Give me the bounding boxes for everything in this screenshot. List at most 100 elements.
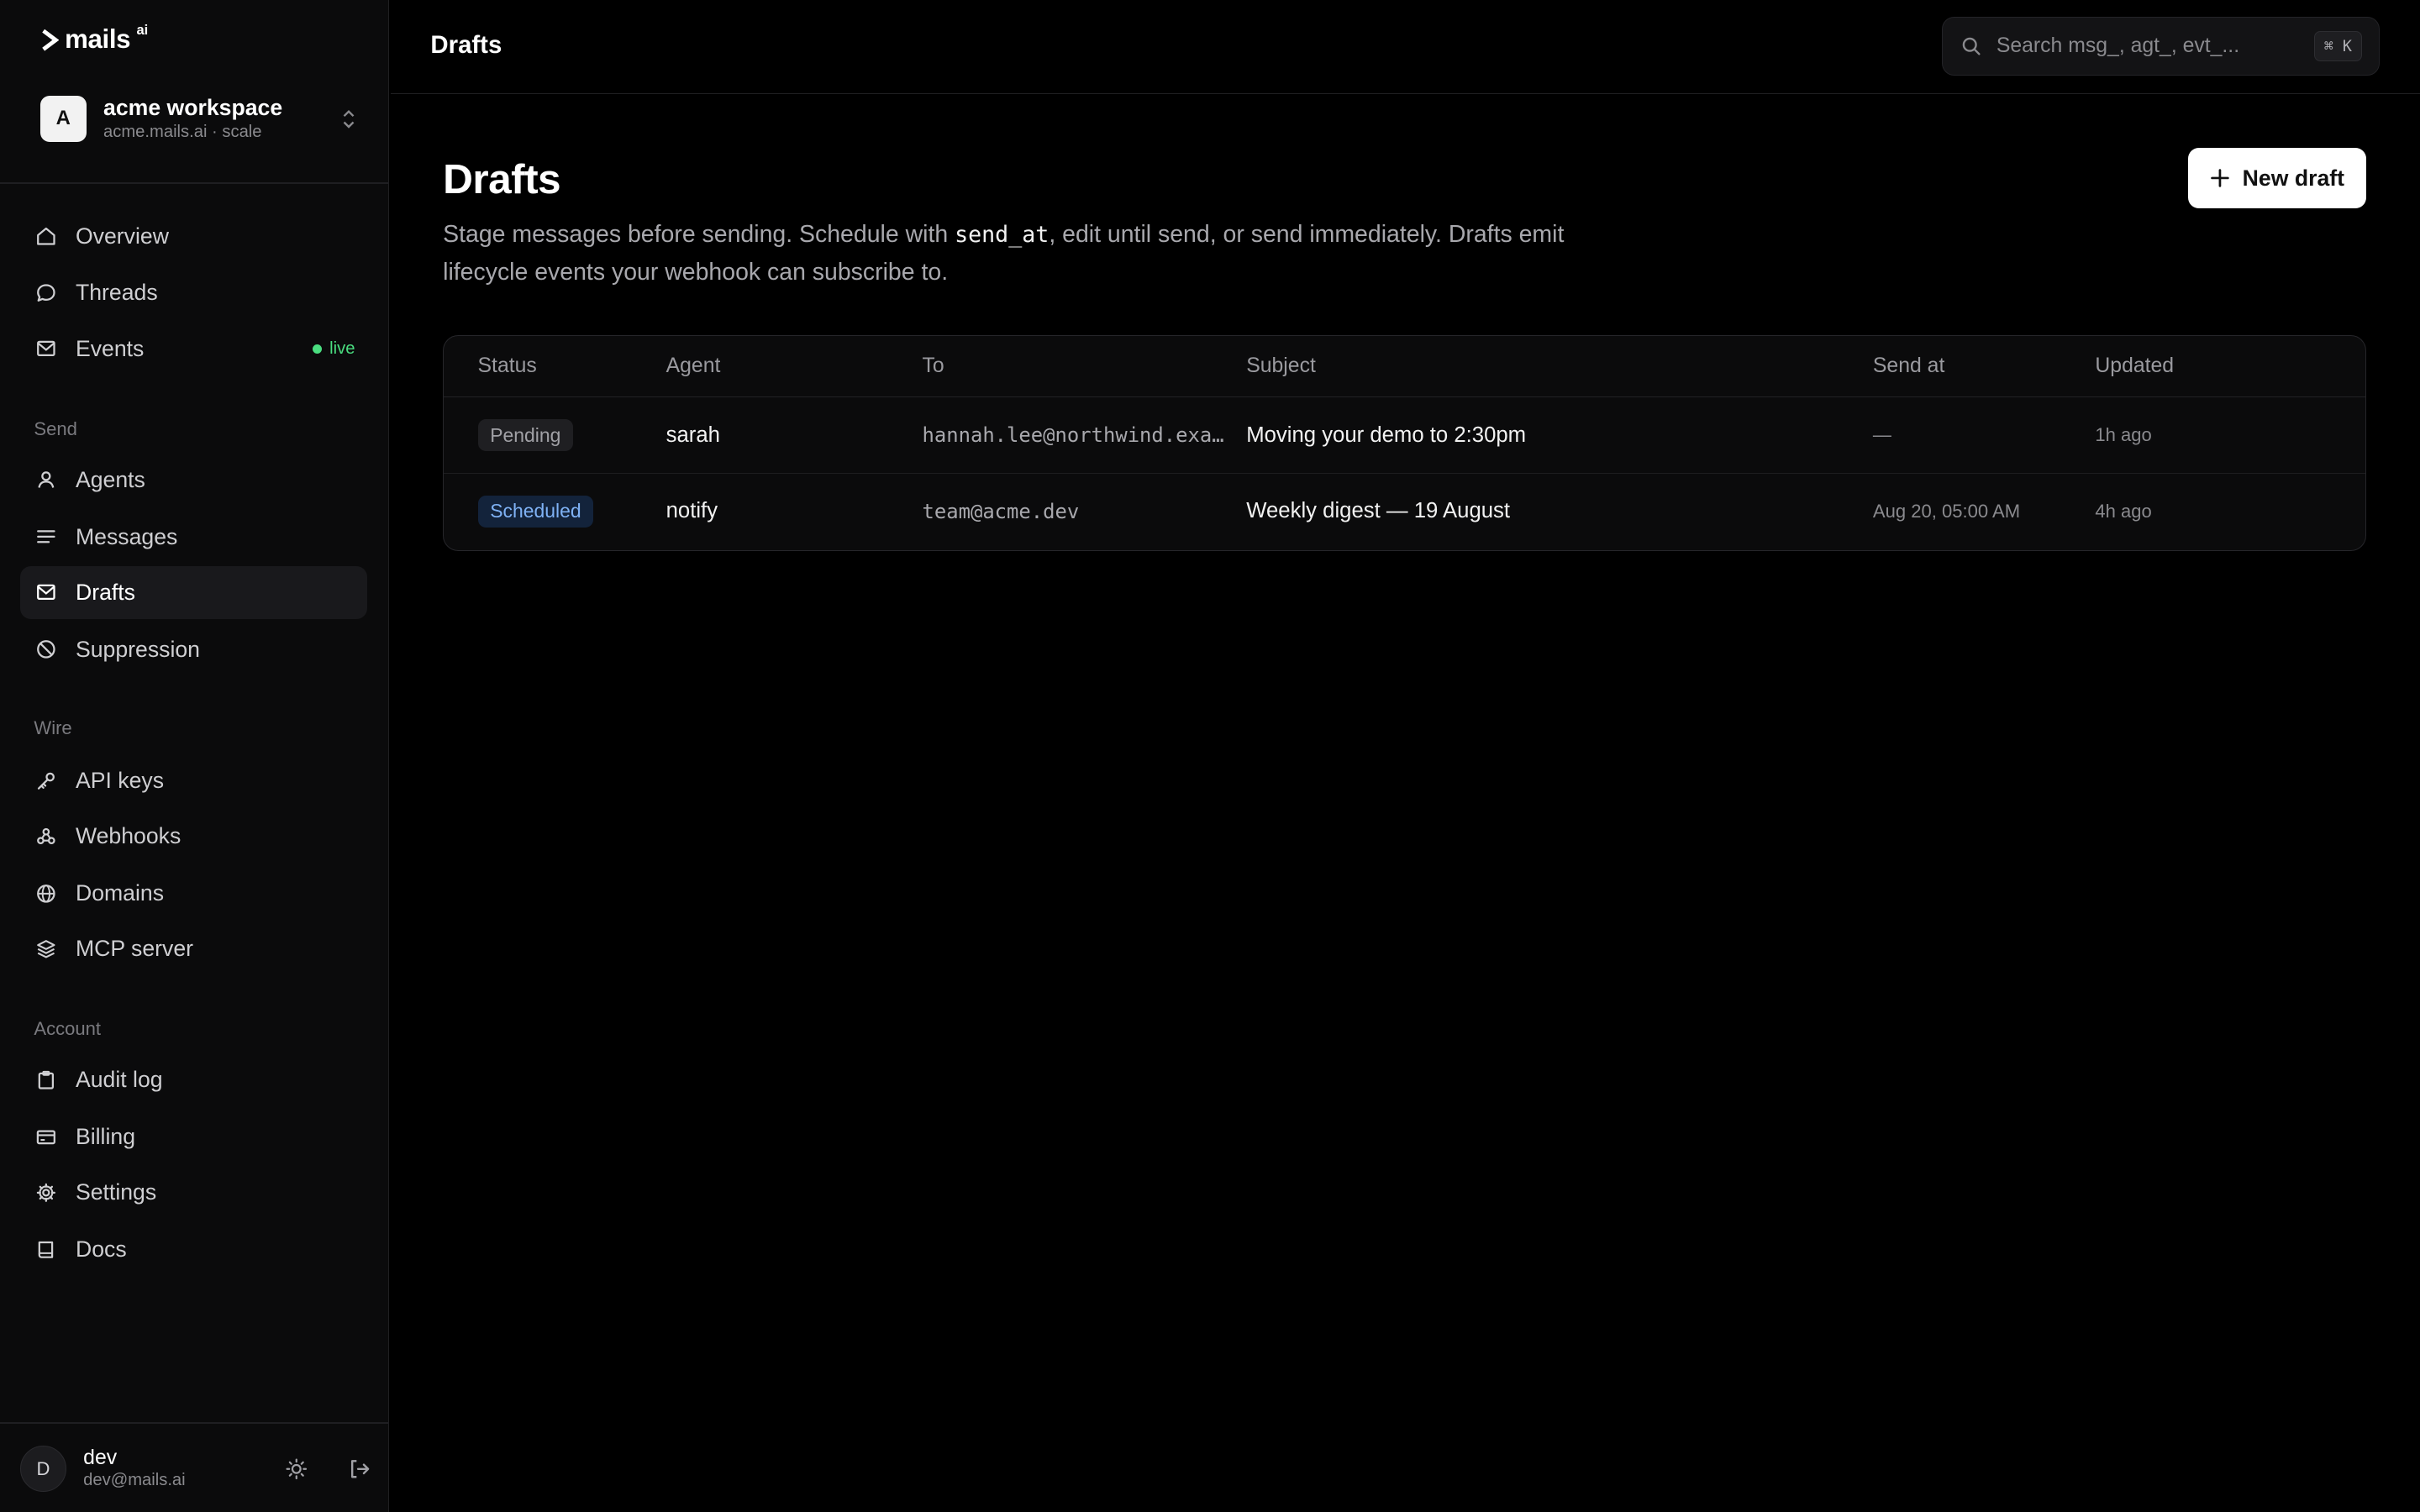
- workspace-switcher[interactable]: A acme workspace acme.mails.ai · scale: [39, 92, 358, 144]
- brand-logo[interactable]: mails ai: [40, 22, 149, 55]
- recipient-address: hannah.lee@northwind.example: [922, 423, 1228, 447]
- new-draft-label: New draft: [2242, 165, 2344, 191]
- sidebar-item-label: MCP server: [75, 936, 194, 962]
- sidebar-divider: [0, 181, 389, 184]
- search-box[interactable]: ⌘ K: [1941, 17, 2381, 76]
- updated-cell: 1h ago: [2095, 424, 2152, 445]
- sidebar-item-label: Domains: [75, 879, 165, 906]
- sidebar-item-threads[interactable]: Threads: [20, 267, 367, 319]
- status-badge: Pending: [477, 419, 574, 451]
- sun-icon: [286, 1458, 307, 1479]
- status-badge: Scheduled: [477, 495, 594, 528]
- inbox-icon: [37, 340, 55, 357]
- column-header-status[interactable]: Status: [478, 354, 537, 378]
- table-row[interactable]: Scheduled notify team@acme.dev Weekly di…: [444, 473, 2365, 549]
- sidebar-item-label: Settings: [75, 1179, 157, 1205]
- sidebar-item-label: Threads: [75, 280, 158, 306]
- search-icon: [1962, 37, 1981, 55]
- avatar: D: [19, 1445, 66, 1493]
- workspace-name: acme workspace: [103, 95, 283, 121]
- description-text-start: Stage messages before sending. Schedule …: [443, 221, 955, 249]
- sidebar-item-label: Drafts: [75, 579, 135, 605]
- column-header-agent[interactable]: Agent: [666, 354, 721, 378]
- top-bar: Drafts ⌘ K: [390, 0, 2420, 95]
- column-header-subject[interactable]: Subject: [1246, 354, 1316, 378]
- ban-icon: [37, 640, 55, 659]
- new-draft-button[interactable]: New draft: [2188, 148, 2366, 208]
- live-badge: live: [312, 339, 355, 359]
- send-at-cell: —: [1872, 424, 1891, 445]
- webhook-icon: [37, 827, 55, 844]
- top-bar-title: Drafts: [430, 30, 502, 59]
- lines-icon: [37, 530, 55, 543]
- send-at-code: send_at: [955, 222, 1050, 249]
- sidebar: mails ai A acme workspace acme.mails.ai …: [0, 0, 389, 1512]
- sidebar-item-domains[interactable]: Domains: [20, 867, 367, 919]
- section-label-wire: Wire: [34, 717, 72, 739]
- sidebar-item-drafts[interactable]: Drafts: [19, 566, 368, 619]
- recipient-cell: hannah.lee@northwind.example: [923, 397, 1228, 473]
- sidebar-item-mcp-server[interactable]: MCP server: [20, 922, 367, 974]
- sidebar-item-webhooks[interactable]: Webhooks: [20, 810, 367, 862]
- chat-bubble-icon: [37, 284, 55, 302]
- sidebar-item-agents[interactable]: Agents: [20, 454, 367, 506]
- sidebar-item-label: Audit log: [75, 1067, 163, 1093]
- gear-icon: [37, 1183, 56, 1202]
- column-header-to[interactable]: To: [923, 354, 944, 378]
- search-input[interactable]: [1996, 34, 2314, 59]
- sidebar-item-label: API keys: [75, 767, 165, 793]
- book-icon: [38, 1241, 54, 1258]
- send-at-cell: Aug 20, 05:00 AM: [1872, 500, 2021, 522]
- column-header-send-at[interactable]: Send at: [1873, 354, 1944, 378]
- subject-cell: Moving your demo to 2:30pm: [1246, 423, 1527, 447]
- agent-cell: sarah: [666, 423, 720, 447]
- sidebar-item-docs[interactable]: Docs: [20, 1224, 367, 1276]
- page-title: Drafts: [443, 155, 561, 202]
- workspace-subtitle: acme.mails.ai · scale: [103, 123, 262, 142]
- sidebar-item-overview[interactable]: Overview: [20, 210, 367, 262]
- sidebar-item-messages[interactable]: Messages: [20, 511, 367, 563]
- sidebar-item-events[interactable]: Events live: [20, 323, 367, 375]
- user-profile[interactable]: D dev dev@mails.ai: [19, 1444, 376, 1494]
- sidebar-item-label: Webhooks: [75, 822, 182, 848]
- section-label-account: Account: [34, 1018, 102, 1040]
- live-label: live: [329, 339, 355, 358]
- subject-cell: Weekly digest — 19 August: [1246, 499, 1511, 523]
- sidebar-item-suppression[interactable]: Suppression: [20, 623, 367, 675]
- plus-icon: [2211, 169, 2229, 187]
- column-header-updated[interactable]: Updated: [2095, 354, 2174, 378]
- user-name: dev: [83, 1446, 118, 1469]
- sidebar-item-billing[interactable]: Billing: [20, 1110, 367, 1163]
- chevron-right-logo-icon: [41, 29, 59, 51]
- key-icon: [38, 772, 55, 790]
- brand-sup: ai: [136, 22, 149, 39]
- sidebar-item-label: Docs: [75, 1236, 127, 1263]
- layers-icon: [37, 939, 55, 958]
- logout-button[interactable]: [345, 1453, 376, 1484]
- logout-icon: [351, 1459, 370, 1478]
- updated-cell: 4h ago: [2095, 500, 2152, 522]
- sidebar-item-audit-log[interactable]: Audit log: [20, 1053, 367, 1105]
- chevron-up-down-icon: [343, 109, 355, 129]
- page-description: Stage messages before sending. Schedule …: [443, 216, 1570, 291]
- app-root: mails ai A acme workspace acme.mails.ai …: [0, 0, 2420, 1512]
- clipboard-icon: [38, 1070, 55, 1089]
- sidebar-item-label: Messages: [75, 523, 178, 549]
- sidebar-item-settings[interactable]: Settings: [20, 1167, 367, 1219]
- table-row[interactable]: Pending sarah hannah.lee@northwind.examp…: [444, 397, 2365, 473]
- keyboard-shortcut-badge: ⌘ K: [2313, 30, 2362, 62]
- credit-card-icon: [37, 1130, 56, 1144]
- section-label-send: Send: [34, 417, 77, 439]
- recipient-cell: team@acme.dev: [922, 499, 1080, 523]
- globe-icon: [37, 884, 55, 903]
- drafts-table: Status Agent To Subject Send at Updated …: [443, 334, 2366, 551]
- sidebar-item-label: Overview: [75, 223, 169, 249]
- sidebar-item-label: Agents: [75, 466, 145, 492]
- user-email: dev@mails.ai: [83, 1471, 186, 1490]
- brand-name: mails: [65, 24, 131, 55]
- sidebar-bottom-divider: [0, 1422, 389, 1425]
- theme-toggle-button[interactable]: [281, 1453, 312, 1484]
- sidebar-item-api-keys[interactable]: API keys: [20, 754, 367, 806]
- sidebar-item-label: Suppression: [75, 636, 200, 662]
- mail-icon: [37, 585, 55, 601]
